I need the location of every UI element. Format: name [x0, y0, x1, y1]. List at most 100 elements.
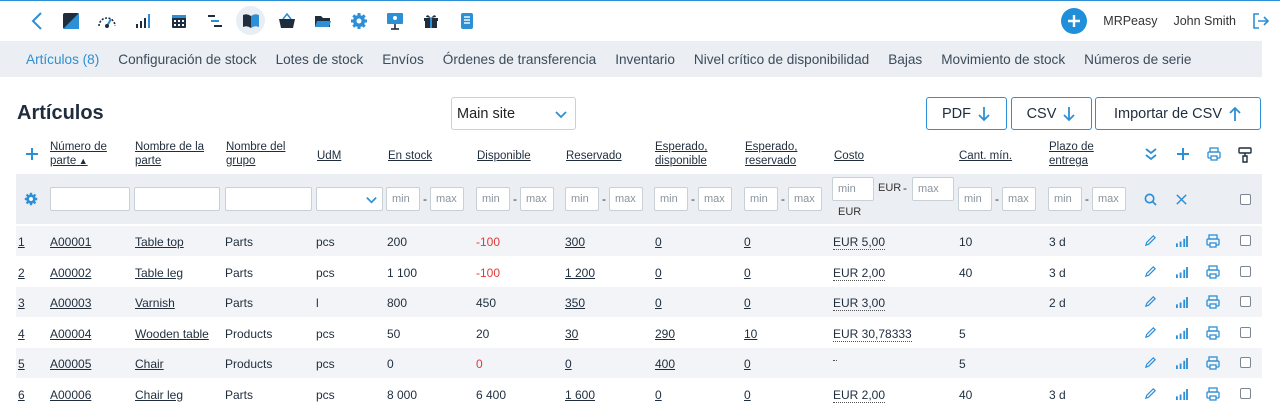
select-all-checkbox[interactable] — [1240, 194, 1251, 205]
calendar-icon[interactable] — [164, 6, 193, 35]
filter-available-min[interactable]: min — [476, 187, 510, 211]
reserved-link[interactable]: 1 600 — [565, 388, 595, 402]
csv-button[interactable]: CSV — [1011, 97, 1092, 130]
user-name-link[interactable]: John Smith — [1173, 14, 1236, 28]
reserved-link[interactable]: 350 — [565, 296, 585, 310]
col-cost[interactable]: Costo — [834, 149, 864, 163]
col-expected-available[interactable]: Esperado, disponible — [655, 140, 707, 168]
filter-exp-reserved-min[interactable]: min — [744, 187, 778, 211]
search-button[interactable] — [1144, 193, 1157, 211]
add-new-button[interactable] — [1061, 8, 1088, 34]
col-in-stock[interactable]: En stock — [388, 149, 432, 163]
expected-available-link[interactable]: 400 — [655, 357, 675, 371]
part-number-link[interactable]: A00004 — [50, 327, 91, 341]
part-name-link[interactable]: Chair leg — [135, 388, 183, 402]
pdf-button[interactable]: PDF — [926, 97, 1007, 130]
part-number-link[interactable]: A00006 — [50, 388, 91, 402]
expected-reserved-link[interactable]: 0 — [744, 296, 751, 310]
filter-reserved-min[interactable]: min — [565, 187, 599, 211]
row-checkbox[interactable] — [1240, 296, 1251, 307]
company-name-link[interactable]: MRPeasy — [1103, 14, 1157, 28]
print-button[interactable] — [1206, 386, 1220, 404]
expected-available-link[interactable]: 0 — [655, 235, 662, 249]
col-group-name[interactable]: Nombre del grupo — [226, 140, 285, 168]
print-button[interactable] — [1206, 295, 1220, 312]
stats-button[interactable] — [1175, 388, 1188, 403]
dashboard-icon[interactable] — [56, 6, 85, 35]
edit-button[interactable] — [1144, 356, 1157, 372]
expected-reserved-link[interactable]: 0 — [744, 266, 751, 280]
expected-available-link[interactable]: 0 — [655, 266, 662, 280]
print-button[interactable] — [1206, 356, 1220, 373]
filter-exp-available-min[interactable]: min — [654, 187, 688, 211]
reserved-link[interactable]: 0 — [565, 357, 572, 371]
edit-button[interactable] — [1144, 234, 1157, 250]
part-name-link[interactable]: Table top — [135, 235, 184, 249]
back-button[interactable] — [26, 11, 48, 31]
filter-cost-max[interactable]: max — [912, 177, 954, 201]
stats-button[interactable] — [1175, 327, 1188, 342]
row-number[interactable]: 6 — [18, 388, 25, 402]
expected-available-link[interactable]: 290 — [655, 327, 675, 341]
print-button[interactable] — [1206, 325, 1220, 343]
col-part-name[interactable]: Nombre de la parte — [135, 140, 204, 168]
tab-stock-lots[interactable]: Lotes de stock — [276, 52, 364, 67]
tab-critical-level[interactable]: Nivel crítico de disponibilidad — [694, 52, 869, 67]
folder-icon[interactable] — [308, 6, 337, 35]
row-checkbox[interactable] — [1240, 326, 1251, 338]
row-checkbox[interactable] — [1240, 235, 1251, 246]
edit-button[interactable] — [1144, 326, 1157, 342]
gear-icon[interactable] — [344, 6, 373, 35]
filter-min-qty-max[interactable]: max — [1002, 187, 1036, 211]
book-icon[interactable] — [236, 6, 265, 35]
logout-button[interactable] — [1252, 12, 1270, 30]
filter-lead-time-min[interactable]: min — [1048, 187, 1082, 211]
tab-transfer-orders[interactable]: Órdenes de transferencia — [443, 52, 596, 67]
expected-available-link[interactable]: 0 — [655, 296, 662, 310]
col-min-qty[interactable]: Cant. mín. — [959, 149, 1012, 163]
tab-articulos[interactable]: Artículos (8) — [26, 52, 99, 67]
filter-exp-available-max[interactable]: max — [698, 187, 732, 211]
expected-reserved-link[interactable]: 0 — [744, 235, 751, 249]
part-number-link[interactable]: A00001 — [50, 235, 91, 249]
tab-serial-numbers[interactable]: Números de serie — [1084, 52, 1191, 67]
stats-button[interactable] — [1175, 358, 1188, 372]
add-column-button[interactable] — [1176, 147, 1190, 166]
tab-stock-settings[interactable]: Configuración de stock — [118, 52, 256, 67]
filter-in-stock-max[interactable]: max — [430, 187, 464, 211]
filter-exp-reserved-max[interactable]: max — [788, 187, 822, 211]
filter-settings-button[interactable] — [24, 192, 38, 211]
speedometer-icon[interactable] — [92, 6, 121, 35]
filter-min-qty-min[interactable]: min — [958, 187, 992, 211]
tab-stock-movement[interactable]: Movimiento de stock — [941, 52, 1065, 67]
stats-button[interactable] — [1175, 266, 1188, 281]
row-number[interactable]: 1 — [18, 235, 25, 249]
presentation-icon[interactable] — [380, 6, 409, 35]
col-reserved[interactable]: Reservado — [566, 149, 622, 163]
clear-filters-button[interactable] — [1175, 193, 1188, 211]
site-select[interactable]: Main site — [451, 97, 576, 130]
filter-group-name[interactable] — [225, 187, 312, 211]
col-expected-reserved[interactable]: Esperado, reservado — [745, 140, 797, 168]
filter-cost-min[interactable]: min — [832, 177, 874, 201]
print-all-button[interactable] — [1207, 147, 1221, 166]
gift-icon[interactable] — [416, 6, 445, 35]
row-checkbox[interactable] — [1240, 387, 1251, 399]
tab-inventory[interactable]: Inventario — [615, 52, 675, 67]
part-name-link[interactable]: Varnish — [135, 296, 175, 310]
print-button[interactable] — [1206, 234, 1220, 251]
filter-part-name[interactable] — [134, 187, 220, 211]
add-row-button[interactable] — [25, 147, 39, 166]
filter-lead-time-max[interactable]: max — [1092, 187, 1126, 211]
filter-part-number[interactable] — [50, 187, 130, 211]
col-part-number[interactable]: Número de parte ▲ — [50, 140, 107, 168]
basket-icon[interactable] — [272, 6, 301, 35]
part-name-link[interactable]: Wooden table — [135, 327, 209, 341]
tab-write-offs[interactable]: Bajas — [888, 52, 922, 67]
stats-button[interactable] — [1175, 236, 1188, 250]
document-icon[interactable] — [452, 6, 481, 35]
expand-all-button[interactable] — [1144, 147, 1158, 166]
expected-available-link[interactable]: 0 — [655, 388, 662, 402]
row-number[interactable]: 5 — [18, 357, 25, 371]
part-number-link[interactable]: A00003 — [50, 296, 91, 310]
